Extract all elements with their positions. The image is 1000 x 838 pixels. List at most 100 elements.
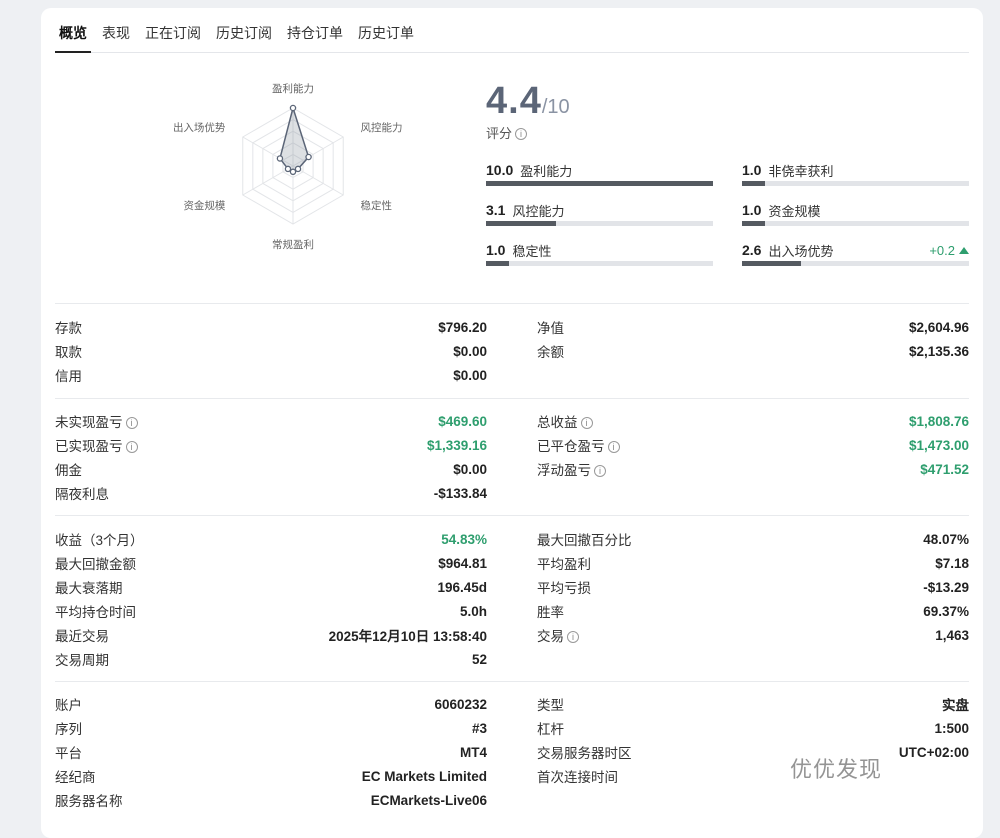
detail-value: ECMarkets-Live06: [370, 792, 487, 808]
bar-delta-value: +0.2: [929, 242, 955, 258]
detail-value: -$13.29: [923, 579, 969, 595]
account-right: 类型 实盘 杠杆 1:500 交易服务器时区 UTC+02:00 首次连接时间: [537, 692, 969, 788]
tab-history-subscriptions[interactable]: 历史订阅: [212, 20, 276, 53]
detail-label: 最大回撤百分比: [537, 529, 632, 549]
detail-value: $796.20: [438, 319, 487, 335]
score-denominator: /10: [541, 96, 570, 118]
radar-data-point: [305, 153, 312, 161]
detail-label: 账户: [55, 694, 82, 714]
info-icon[interactable]: i: [567, 631, 579, 643]
detail-row: 隔夜利息 -$133.84: [55, 481, 487, 505]
detail-label-text: 服务器名称: [55, 794, 123, 809]
detail-label: 平均亏损: [537, 577, 591, 597]
detail-row: 取款 $0.00: [55, 339, 487, 363]
detail-row: 总收益 i $1,808.76: [537, 409, 969, 433]
tab-history-orders[interactable]: 历史订单: [354, 20, 418, 53]
detail-row: 序列 #3: [55, 716, 487, 740]
detail-label: 交易服务器时区: [537, 742, 632, 762]
detail-value: $1,473.00: [908, 437, 969, 453]
radar-chart: 盈利能力风控能力稳定性常规盈利 资金规模 出入场优势: [173, 82, 403, 251]
detail-label-text: 取款: [55, 345, 82, 360]
bar-non-luck: 1.0 非侥幸获利: [742, 160, 969, 186]
detail-value: -$133.84: [433, 485, 487, 501]
detail-row: 已实现盈亏 i $1,339.16: [55, 433, 487, 457]
detail-value: 54.83%: [441, 531, 487, 547]
info-icon[interactable]: i: [125, 441, 138, 453]
bar-stability: 1.0 稳定性: [486, 240, 713, 266]
detail-row: 交易 i 1,463: [537, 623, 969, 647]
detail-value: 52: [471, 651, 487, 667]
detail-label: 已平仓盈亏 i: [537, 435, 620, 455]
detail-label: 交易周期: [55, 649, 109, 669]
detail-label-text: 存款: [55, 321, 82, 336]
detail-value: $469.60: [438, 413, 487, 429]
detail-row: 未实现盈亏 i $469.60: [55, 409, 487, 433]
detail-value: 196.45d: [437, 579, 487, 595]
detail-label: 交易 i: [537, 625, 579, 645]
detail-label: 最近交易: [55, 625, 109, 645]
detail-label-text: 最大衰落期: [55, 581, 123, 596]
tab-performance[interactable]: 表现: [98, 20, 134, 53]
info-icon[interactable]: i: [580, 417, 593, 429]
detail-label-text: 经纪商: [55, 770, 96, 785]
bar-value: 1.0: [742, 162, 762, 178]
detail-row: 类型 实盘: [537, 692, 969, 716]
detail-value: $964.81: [438, 555, 487, 571]
detail-row: 杠杆 1:500: [537, 716, 969, 740]
detail-label: 平台: [55, 742, 82, 762]
detail-label-text: 胜率: [537, 605, 564, 620]
info-icon[interactable]: i: [125, 417, 138, 429]
detail-value: $0.00: [453, 343, 487, 359]
detail-row: 经纪商 EC Markets Limited: [55, 764, 487, 788]
detail-row: 最大回撤百分比 48.07%: [537, 527, 969, 551]
tab-bar: 概览 表现 正在订阅 历史订阅 持仓订单 历史订单: [55, 20, 969, 53]
radar-axis-label: 资金规模: [183, 199, 225, 212]
detail-value: $1,808.76: [908, 413, 969, 429]
detail-row: 胜率 69.37%: [537, 599, 969, 623]
detail-value: 1:500: [934, 720, 969, 736]
detail-row: 余额 $2,135.36: [537, 339, 969, 363]
detail-label: 收益（3个月）: [55, 529, 144, 549]
up-triangle-icon: [959, 246, 969, 254]
pnl-right: 总收益 i $1,808.76 已平仓盈亏 i $1,473.00 浮动盈亏 i $471.52: [537, 409, 969, 481]
score-value: 4.4: [486, 80, 542, 122]
radar-axis-label: 盈利能力: [272, 82, 314, 95]
stats-left: 收益（3个月） 54.83% 最大回撤金额 $964.81 最大衰落期 196.45d 平均…: [55, 527, 487, 671]
detail-row: 平台 MT4: [55, 740, 487, 764]
detail-value: 5.0h: [459, 603, 487, 619]
bar-value: 1.0: [742, 202, 762, 218]
detail-label: 杠杆: [537, 718, 564, 738]
detail-row: 已平仓盈亏 i $1,473.00: [537, 433, 969, 457]
tab-active-subscriptions[interactable]: 正在订阅: [141, 20, 205, 53]
detail-value: 实盘: [942, 698, 969, 713]
radar-axis-label: 稳定性: [361, 199, 393, 212]
bar-profitability: 10.0 盈利能力: [486, 160, 713, 186]
bar-fill: [742, 261, 802, 266]
radar-axis-label: 风控能力: [361, 121, 403, 134]
detail-label-text: 净值: [537, 321, 564, 336]
detail-label: 首次连接时间: [537, 766, 618, 786]
detail-label: 总收益 i: [537, 411, 593, 431]
detail-label: 余额: [537, 341, 564, 361]
tab-open-orders[interactable]: 持仓订单: [283, 20, 347, 53]
info-icon[interactable]: i: [594, 465, 606, 477]
detail-value: 6060232: [434, 696, 487, 712]
bar-value: 10.0: [486, 162, 514, 178]
detail-row: 最近交易 2025年12月10日 13:58:40: [55, 623, 487, 647]
detail-row: 收益（3个月） 54.83%: [55, 527, 487, 551]
detail-label-text: 余额: [537, 345, 564, 360]
detail-value: 2025年12月10日 13:58:40: [328, 629, 487, 644]
detail-value: $2,604.96: [908, 319, 969, 335]
detail-label-text: 已实现盈亏: [55, 439, 123, 454]
detail-label: 最大衰落期: [55, 577, 123, 597]
detail-label: 隔夜利息: [55, 483, 109, 503]
info-icon[interactable]: i: [515, 128, 528, 140]
info-icon[interactable]: i: [607, 441, 620, 453]
bar-fill: [486, 181, 713, 186]
detail-value: $0.00: [453, 367, 487, 383]
detail-label-text: 杠杆: [537, 722, 564, 737]
overview-card: 概览 表现 正在订阅 历史订阅 持仓订单 历史订单 盈利能力 风控能力 稳定性 常规盈…: [41, 8, 983, 838]
detail-label-text: 交易服务器时区: [537, 746, 632, 761]
detail-label-text: 收益（3个月）: [55, 533, 144, 548]
tab-overview[interactable]: 概览: [55, 20, 91, 53]
